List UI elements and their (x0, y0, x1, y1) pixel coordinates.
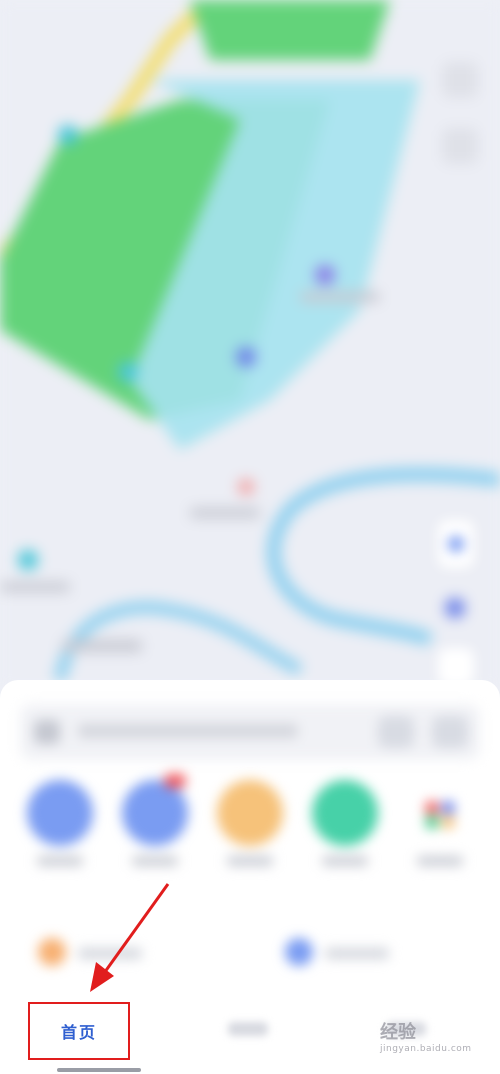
watermark-text: 经验 (380, 1022, 416, 1043)
map-view[interactable] (0, 0, 500, 690)
map-pin[interactable] (118, 362, 138, 382)
quick-action-4[interactable] (305, 780, 385, 866)
quick-action-label (227, 856, 273, 866)
voice-icon[interactable] (378, 716, 414, 748)
quick-action-label (322, 856, 368, 866)
quick-action-3[interactable] (210, 780, 290, 866)
watermark-sub: jingyan.baidu.com (380, 1044, 472, 1054)
scan-icon[interactable] (432, 716, 468, 748)
quick-action-icon-4 (312, 780, 378, 846)
notification-badge (164, 774, 186, 788)
quick-action-icon-2 (122, 774, 188, 846)
map-pin[interactable] (238, 479, 254, 495)
quick-action-2[interactable] (115, 774, 195, 866)
search-icon (34, 720, 60, 744)
home-indicator (57, 1068, 141, 1072)
quick-action-5[interactable] (400, 780, 480, 866)
map-control-button[interactable] (442, 128, 478, 164)
quick-action-1[interactable] (20, 780, 100, 866)
search-bar[interactable] (20, 704, 480, 760)
red-arrow-icon (90, 883, 170, 992)
map-pin[interactable] (58, 125, 78, 145)
quick-action-icon-5 (407, 780, 473, 846)
quick-action-label (417, 856, 463, 866)
quick-action-label (37, 856, 83, 866)
map-control-button[interactable] (442, 62, 478, 98)
quick-action-icon-3 (217, 780, 283, 846)
service-icon (285, 938, 313, 966)
service-label (325, 948, 389, 959)
quick-action-icon-1 (27, 780, 93, 846)
park-area (190, 0, 390, 60)
map-pin[interactable] (18, 550, 38, 570)
tab-home-label: 首页 (60, 1023, 97, 1042)
tab-item[interactable] (228, 1022, 268, 1036)
map-pin[interactable] (315, 265, 335, 285)
map-pin[interactable] (236, 347, 256, 367)
quick-action-label (132, 856, 178, 866)
tab-home[interactable]: 首页 (28, 1002, 130, 1060)
service-icon (38, 938, 66, 966)
service-item-2[interactable] (285, 936, 425, 970)
map-side-controls (436, 518, 476, 692)
watermark: 经验 jingyan.baidu.com (380, 1018, 490, 1062)
search-placeholder (78, 724, 298, 738)
map-canvas (0, 0, 500, 690)
